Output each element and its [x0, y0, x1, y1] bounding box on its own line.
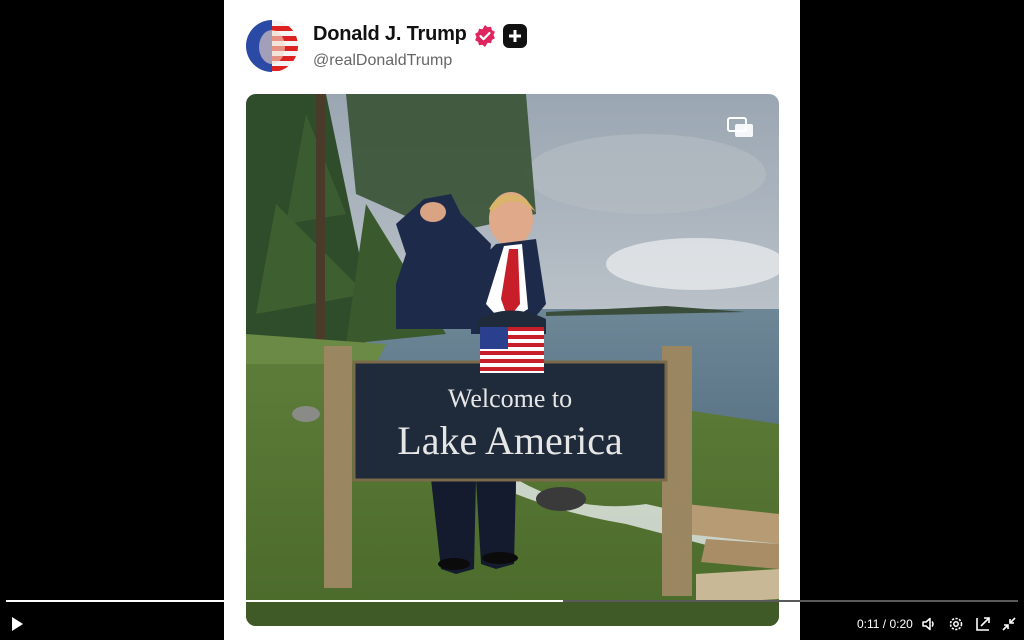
- play-icon[interactable]: [10, 616, 24, 632]
- picture-in-picture-icon[interactable]: [975, 616, 991, 632]
- exit-fullscreen-icon[interactable]: [1001, 616, 1017, 632]
- volume-icon[interactable]: [921, 616, 937, 632]
- author-name[interactable]: Donald J. Trump: [313, 23, 467, 46]
- time-display: 0:11 / 0:20: [857, 617, 913, 631]
- sign-line1: Welcome to: [448, 384, 572, 413]
- video-progress-fill: [6, 600, 563, 602]
- video-progress-bar[interactable]: [6, 600, 1018, 602]
- avatar[interactable]: [246, 20, 298, 72]
- settings-icon[interactable]: [948, 616, 964, 632]
- author-handle[interactable]: @realDonaldTrump: [313, 52, 452, 70]
- gallery-icon[interactable]: [727, 116, 755, 140]
- plus-icon: [503, 24, 527, 48]
- verified-badge-icon: [473, 24, 497, 48]
- post-media-image[interactable]: Welcome to Lake America: [246, 94, 779, 626]
- sign-line2: Lake America: [397, 418, 623, 463]
- video-controls: 0:11 / 0:20: [0, 608, 1024, 640]
